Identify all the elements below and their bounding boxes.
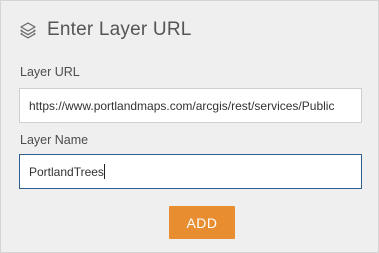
- layer-url-label: Layer URL: [20, 65, 80, 79]
- text-cursor: [103, 164, 105, 179]
- panel-title: Enter Layer URL: [47, 19, 192, 40]
- add-layer-panel: Enter Layer URL Layer URL https://www.po…: [0, 0, 379, 253]
- layer-url-value: https://www.portlandmaps.com/arcgis/rest…: [29, 98, 335, 113]
- layer-name-input[interactable]: PortlandTrees: [19, 154, 362, 189]
- layer-name-label: Layer Name: [20, 133, 89, 147]
- add-button[interactable]: ADD: [169, 206, 235, 239]
- layer-name-value: PortlandTrees: [29, 164, 104, 179]
- panel-header: Enter Layer URL: [19, 19, 192, 41]
- layer-url-input[interactable]: https://www.portlandmaps.com/arcgis/rest…: [19, 88, 362, 123]
- layers-icon: [19, 21, 37, 39]
